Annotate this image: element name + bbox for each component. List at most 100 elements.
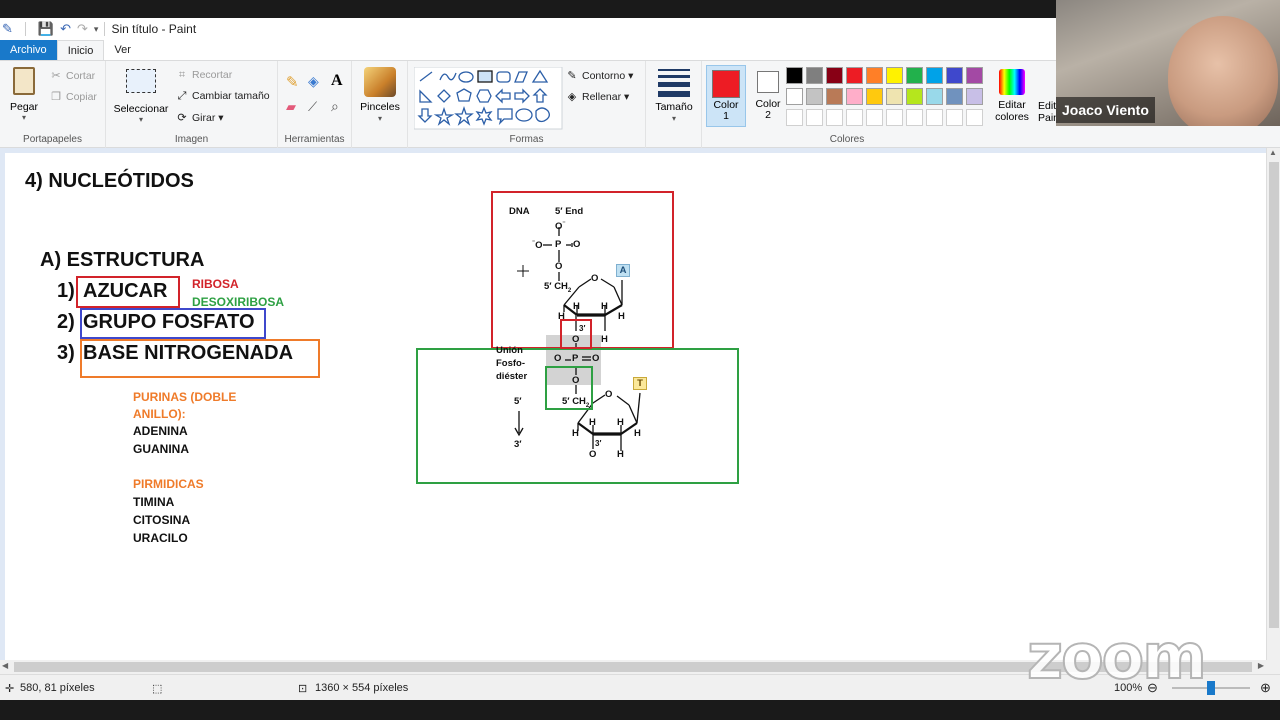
palette-swatch[interactable] [786,67,803,84]
zoom-slider-thumb[interactable] [1207,681,1215,695]
atom-h-3: H [601,301,608,312]
outline-dropdown[interactable]: ✎ Contorno ▾ [566,69,633,82]
screen: ✎ 💾 ↶ ↷ ▾ Sin título - Paint Archivo Ini… [0,0,1280,720]
undo-icon[interactable]: ↶ [60,21,71,37]
group-tamano[interactable]: Tamaño ▾ [646,61,702,148]
canvas-size-icon: ⊡ [298,683,308,695]
paste-button[interactable]: Pegar ▾ [6,65,42,125]
palette-swatch[interactable] [786,88,803,105]
fill-icon: ◈ [567,91,577,103]
text-tool-icon[interactable]: A [331,72,343,90]
palette-swatch[interactable] [946,109,963,126]
vertical-scrollbar[interactable]: ▲ [1266,148,1280,660]
color-picker-icon[interactable]: ⟋ [308,99,317,115]
atom-h-9: H [634,428,641,439]
color1-label: Color 1 [713,99,739,122]
color1-button[interactable]: Color 1 [706,65,746,127]
palette-swatch[interactable] [826,67,843,84]
palette-swatch[interactable] [846,88,863,105]
tab-inicio[interactable]: Inicio [56,40,105,60]
group-formas: ✎ Contorno ▾ ◈ Rellenar ▾ Formas [408,61,646,148]
atom-o-bottom: O [589,449,597,460]
atom-5-ch2-top: 5′ CH2 [544,281,572,294]
fill-bucket-icon[interactable]: ◈ [308,73,319,90]
copy-button[interactable]: ❐ Copiar [50,90,97,103]
vertical-scroll-thumb[interactable] [1269,162,1279,628]
palette-swatch[interactable] [966,88,983,105]
palette-swatch[interactable] [826,88,843,105]
group-pinceles[interactable]: Pinceles ▾ [352,61,408,148]
palette-swatch[interactable] [906,109,923,126]
palette-swatch[interactable] [806,109,823,126]
magnifier-icon[interactable]: ⌕ [331,98,339,115]
redo-icon[interactable]: ↷ [77,21,88,37]
save-icon[interactable]: 💾 [38,21,54,37]
palette-swatch[interactable] [806,67,823,84]
palette-swatch[interactable] [886,109,903,126]
palette-swatch[interactable] [786,109,803,126]
zoom-watermark-logo: zoom [1026,620,1208,693]
customize-dropdown-icon[interactable]: ▾ [94,24,99,35]
participant-name: Joaco Viento [1056,97,1155,123]
outline-icon: ✎ [567,70,577,82]
scissors-icon: ✂ [51,70,61,82]
copy-label: Copiar [66,91,97,103]
scroll-up-icon[interactable]: ▲ [1269,148,1277,157]
palette-swatch[interactable] [826,109,843,126]
pencil-icon[interactable]: ✎ [286,73,299,91]
palette-swatch[interactable] [926,109,943,126]
palette-swatch[interactable] [906,88,923,105]
select-dropdown-icon: ▾ [138,115,143,124]
cursor-position-icon: ✛ [5,683,15,695]
base-t-badge: T [633,377,647,390]
palette-swatch[interactable] [866,109,883,126]
eraser-icon[interactable]: ▰ [286,99,296,115]
atom-ring-o-bottom: O [605,389,613,400]
group-herramientas: ✎ ◈ A ▰ ⟋ ⌕ Herramientas [278,61,352,148]
palette-swatch[interactable] [846,109,863,126]
label-union: Unión [496,345,523,356]
edit-colors-button[interactable]: Editar colores [992,65,1032,123]
participant-video-avatar [1168,16,1278,126]
palette-swatch[interactable] [906,67,923,84]
size-dropdown-icon: ▾ [671,114,676,123]
group-label: Imagen [174,134,209,145]
tab-ver[interactable]: Ver [104,40,141,60]
selection-size-icon: ⬚ [152,683,163,695]
palette-swatch[interactable] [886,88,903,105]
palette-swatch[interactable] [866,88,883,105]
separator [104,22,106,36]
atom-h-5: H [601,334,608,345]
label-3prime-top: 3′ [579,324,586,333]
color2-button[interactable]: Color 2 [748,65,788,127]
atom-h-4: H [618,311,625,322]
paste-label: Pegar [9,101,39,113]
select-button[interactable]: Seleccionar ▾ [112,67,170,124]
fill-dropdown[interactable]: ◈ Rellenar ▾ [566,90,630,103]
zoom-in-icon[interactable]: ⊕ [1260,680,1271,696]
rainbow-icon [999,69,1025,95]
line-width-icon [658,69,690,97]
atom-h-7: H [589,417,596,428]
crop-button[interactable]: ⌗ Recortar [176,69,232,82]
palette-swatch[interactable] [966,109,983,126]
palette-swatch[interactable] [946,67,963,84]
scroll-left-icon[interactable]: ◀ [2,661,8,670]
label-diester: diéster [496,371,528,382]
palette-swatch[interactable] [926,88,943,105]
palette-swatch[interactable] [926,67,943,84]
outline-label: Contorno [582,70,626,82]
palette-swatch[interactable] [946,88,963,105]
palette-swatch[interactable] [886,67,903,84]
palette-swatch[interactable] [806,88,823,105]
shapes-gallery[interactable] [414,67,564,131]
cut-button[interactable]: ✂ Cortar [50,69,95,82]
drawing-canvas[interactable]: 4) NUCLEÓTIDOS A) ESTRUCTURA 1) AZUCAR R… [5,153,1266,660]
resize-button[interactable]: ⤢ Cambiar tamaño [176,90,270,103]
palette-swatch[interactable] [966,67,983,84]
tab-archivo[interactable]: Archivo [0,40,57,60]
rotate-button[interactable]: ⟳ Girar ▾ [176,111,223,124]
scroll-right-icon[interactable]: ▶ [1258,661,1264,670]
palette-swatch[interactable] [846,67,863,84]
palette-swatch[interactable] [866,67,883,84]
